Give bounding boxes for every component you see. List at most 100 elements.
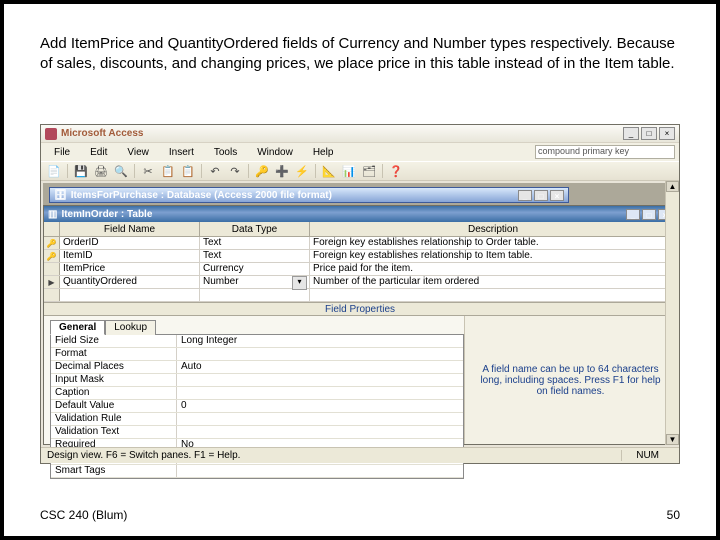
slide-page-number: 50 [667,508,680,522]
data-type-cell[interactable]: Number [200,276,310,288]
property-value[interactable]: 0 [176,400,463,412]
builder-icon[interactable]: 📊 [340,163,358,179]
redo-icon[interactable]: ↷ [226,163,244,179]
property-row[interactable]: Field SizeLong Integer [51,335,463,348]
undo-icon[interactable]: ↶ [206,163,224,179]
row-selector[interactable]: ▶ [44,276,60,288]
db-minimize-button[interactable]: _ [518,190,532,201]
cut-icon[interactable]: ✂ [139,163,157,179]
database-window-titlebar[interactable]: 🗄 ItemsForPurchase : Database (Access 20… [49,187,569,203]
description-cell[interactable]: Foreign key establishes relationship to … [310,250,676,262]
property-label: Input Mask [51,374,176,386]
property-value[interactable] [176,348,463,360]
property-value[interactable]: Auto [176,361,463,373]
menu-file[interactable]: File [45,146,79,159]
vertical-scrollbar[interactable] [665,181,679,445]
status-numlock: NUM [621,450,673,461]
header-data-type[interactable]: Data Type [200,222,310,236]
property-row[interactable]: Format [51,348,463,361]
header-field-name[interactable]: Field Name [60,222,200,236]
maximize-button[interactable]: □ [641,127,657,140]
description-cell[interactable]: Foreign key establishes relationship to … [310,237,676,249]
menu-help[interactable]: Help [304,146,343,159]
property-row[interactable]: Smart Tags [51,465,463,478]
data-type-cell[interactable]: Currency [200,263,310,275]
insertrow-icon[interactable]: ➕ [273,163,291,179]
field-properties-label: Field Properties [44,302,676,316]
menu-insert[interactable]: Insert [160,146,203,159]
row-selector[interactable] [44,263,60,275]
field-row[interactable]: 🔑OrderIDTextForeign key establishes rela… [44,237,676,250]
table-design-window: ▥ ItemInOrder : Table _ □ × Field Name D… [43,205,677,445]
property-value[interactable] [176,413,463,425]
property-value[interactable] [176,465,463,477]
tab-lookup[interactable]: Lookup [105,320,156,335]
field-row[interactable]: ▶QuantityOrderedNumberNumber of the part… [44,276,676,289]
tbl-minimize-button[interactable]: _ [626,209,640,220]
menu-edit[interactable]: Edit [81,146,116,159]
deleterow-icon[interactable]: ⚡ [293,163,311,179]
db-maximize-button[interactable]: □ [534,190,548,201]
menu-view[interactable]: View [118,146,158,159]
primarykey-icon[interactable]: 🔑 [253,163,271,179]
property-label: Smart Tags [51,465,176,477]
preview-icon[interactable]: 🔍 [112,163,130,179]
field-row[interactable]: 🔑ItemIDTextForeign key establishes relat… [44,250,676,263]
database-title: ItemsForPurchase : Database (Access 2000… [71,190,332,201]
slide-footer-left: CSC 240 (Blum) [40,508,127,522]
statusbar: Design view. F6 = Switch panes. F1 = Hel… [41,447,679,463]
copy-icon[interactable]: 📋 [159,163,177,179]
data-type-cell[interactable]: Text [200,237,310,249]
dbwindow-icon[interactable]: 🗂 [360,163,378,179]
help-icon[interactable]: ❓ [387,163,405,179]
field-name-cell[interactable]: OrderID [60,237,200,249]
db-close-button[interactable]: × [550,190,564,201]
property-row[interactable]: Decimal PlacesAuto [51,361,463,374]
minimize-button[interactable]: _ [623,127,639,140]
field-row-empty[interactable] [44,289,676,302]
tab-general[interactable]: General [50,320,105,335]
menubar: File Edit View Insert Tools Window Help … [41,143,679,161]
data-type-cell[interactable]: Text [200,250,310,262]
view-icon[interactable]: 📄 [45,163,63,179]
paste-icon[interactable]: 📋 [179,163,197,179]
property-row[interactable]: Default Value0 [51,400,463,413]
property-value[interactable] [176,374,463,386]
menu-tools[interactable]: Tools [205,146,246,159]
save-icon[interactable]: 💾 [72,163,90,179]
menu-window[interactable]: Window [248,146,302,159]
property-row[interactable]: Validation Rule [51,413,463,426]
mdi-workspace: 🗄 ItemsForPurchase : Database (Access 20… [43,183,677,445]
property-label: Field Size [51,335,176,347]
field-name-cell[interactable]: ItemID [60,250,200,262]
field-name-cell[interactable]: QuantityOrdered [60,276,200,288]
header-description[interactable]: Description [310,222,676,236]
description-cell[interactable]: Price paid for the item. [310,263,676,275]
help-search-input[interactable]: compound primary key [535,145,675,159]
row-selector[interactable]: 🔑 [44,250,60,262]
property-row[interactable]: Validation Text [51,426,463,439]
table-title: ItemInOrder : Table [61,209,152,220]
property-label: Decimal Places [51,361,176,373]
property-value[interactable] [176,387,463,399]
description-cell[interactable]: Number of the particular item ordered [310,276,676,288]
properties-icon[interactable]: 📐 [320,163,338,179]
toolbar: 📄 💾 🖨 🔍 ✂ 📋 📋 ↶ ↷ 🔑 ➕ ⚡ 📐 📊 🗂 ❓ [41,161,679,181]
design-grid-header: Field Name Data Type Description [44,222,676,237]
property-value[interactable] [176,426,463,438]
property-value[interactable]: Long Integer [176,335,463,347]
field-hint: A field name can be up to 64 characters … [464,316,676,444]
print-icon[interactable]: 🖨 [92,163,110,179]
field-name-cell[interactable]: ItemPrice [60,263,200,275]
app-title: Microsoft Access [61,128,143,139]
table-titlebar[interactable]: ▥ ItemInOrder : Table _ □ × [44,206,676,222]
property-row[interactable]: Caption [51,387,463,400]
field-row[interactable]: ItemPriceCurrencyPrice paid for the item… [44,263,676,276]
close-button[interactable]: × [659,127,675,140]
database-icon: 🗄 [54,190,67,201]
property-label: Validation Rule [51,413,176,425]
property-row[interactable]: Input Mask [51,374,463,387]
titlebar: Microsoft Access _ □ × [41,125,679,143]
tbl-maximize-button[interactable]: □ [642,209,656,220]
row-selector[interactable]: 🔑 [44,237,60,249]
